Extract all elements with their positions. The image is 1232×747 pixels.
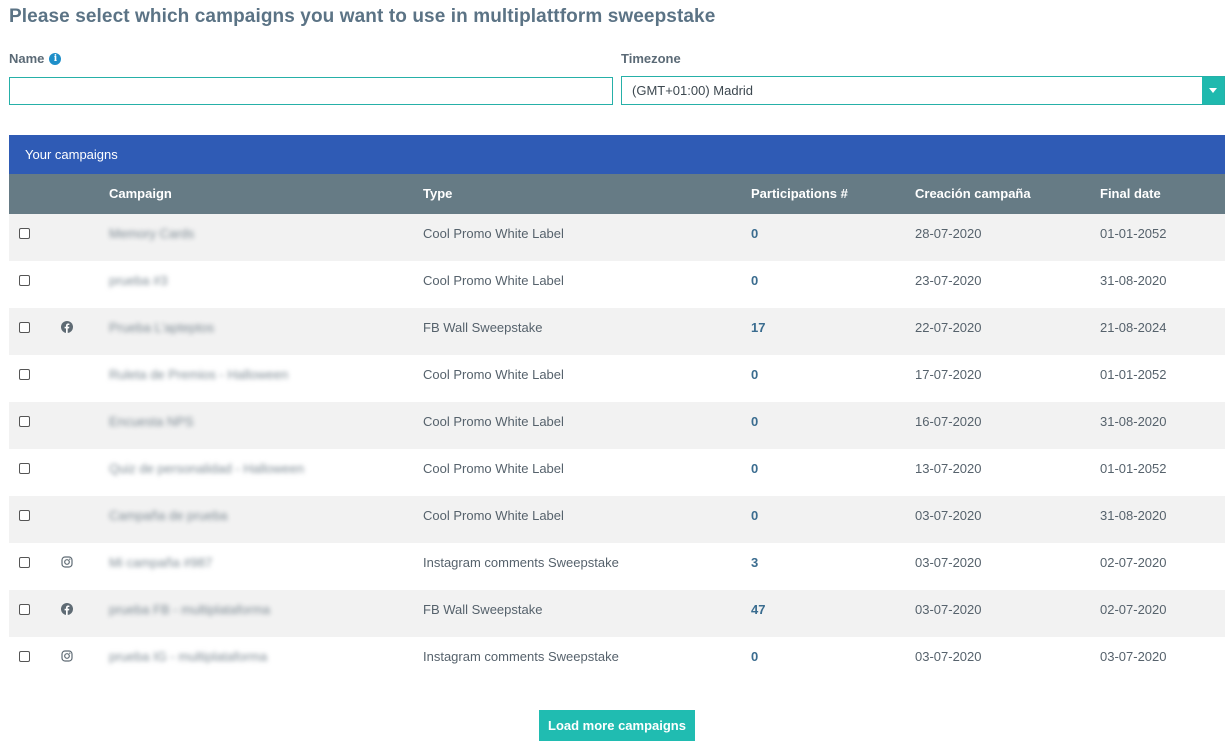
instagram-icon: [61, 650, 73, 662]
name-label-text: Name: [9, 51, 45, 66]
timezone-label-text: Timezone: [621, 51, 681, 66]
row-checkbox[interactable]: [19, 557, 30, 568]
row-checkbox[interactable]: [19, 416, 30, 427]
participations-cell: 0: [751, 226, 759, 241]
creation-date-cell: 28-07-2020: [915, 226, 982, 241]
final-date-cell: 01-01-2052: [1100, 367, 1167, 382]
timezone-selected-value: (GMT+01:00) Madrid: [632, 83, 754, 98]
name-field-label: Name i: [9, 51, 62, 66]
table-row[interactable]: prueba #3 Cool Promo White Label 0 23-07-20…: [9, 261, 1225, 308]
campaign-name-cell: Ruleta de Premios - Halloween: [109, 367, 289, 382]
participations-cell: 0: [751, 461, 759, 476]
facebook-icon: [61, 321, 73, 333]
final-date-cell: 01-01-2052: [1100, 226, 1167, 241]
table-row[interactable]: Prueba L'apteptos FB Wall Sweepstake 17 22-…: [9, 308, 1225, 355]
chevron-down-icon[interactable]: [1202, 77, 1224, 104]
campaign-name-cell: Quiz de personalidad - Halloween: [109, 461, 305, 476]
creation-date-cell: 22-07-2020: [915, 320, 982, 335]
campaign-name-cell: Mi campaña #987: [109, 555, 213, 570]
table-row[interactable]: Encuesta NPS Cool Promo White Label 0 16-07…: [9, 402, 1225, 449]
campaign-type-cell: Cool Promo White Label: [423, 461, 564, 476]
name-input[interactable]: [9, 77, 613, 105]
row-checkbox[interactable]: [19, 463, 30, 474]
column-header-participations: Participations #: [751, 186, 848, 201]
participations-cell: 47: [751, 602, 766, 617]
campaign-type-cell: Cool Promo White Label: [423, 226, 564, 241]
facebook-icon: [61, 603, 73, 615]
campaign-type-cell: FB Wall Sweepstake: [423, 602, 543, 617]
timezone-select[interactable]: (GMT+01:00) Madrid: [621, 76, 1225, 105]
row-checkbox[interactable]: [19, 322, 30, 333]
campaign-type-cell: Instagram comments Sweepstake: [423, 649, 619, 664]
creation-date-cell: 23-07-2020: [915, 273, 982, 288]
load-more-campaigns-button[interactable]: Load more campaigns: [539, 710, 695, 741]
creation-date-cell: 17-07-2020: [915, 367, 982, 382]
participations-cell: 0: [751, 649, 759, 664]
campaigns-table-header: Campaign Type Participations # Creación …: [9, 174, 1225, 214]
table-row[interactable]: prueba IG - multiplataforma Instagram com…: [9, 637, 1225, 684]
campaign-name-cell: prueba #3: [109, 273, 168, 288]
column-header-created: Creación campaña: [915, 186, 1031, 201]
column-header-campaign: Campaign: [109, 186, 172, 201]
participations-cell: 17: [751, 320, 766, 335]
table-row[interactable]: Mi campaña #987 Instagram comments Sweeps…: [9, 543, 1225, 590]
row-checkbox[interactable]: [19, 369, 30, 380]
participations-cell: 0: [751, 508, 759, 523]
table-row[interactable]: Campaña de prueba Cool Promo White Label 0…: [9, 496, 1225, 543]
final-date-cell: 31-08-2020: [1100, 414, 1167, 429]
creation-date-cell: 03-07-2020: [915, 555, 982, 570]
table-row[interactable]: prueba FB - multiplataforma FB Wall Sweep…: [9, 590, 1225, 637]
page-title: Please select which campaigns you want t…: [9, 6, 716, 27]
column-header-final-date: Final date: [1100, 186, 1161, 201]
campaign-name-cell: prueba IG - multiplataforma: [109, 649, 268, 664]
campaign-type-cell: Instagram comments Sweepstake: [423, 555, 619, 570]
row-checkbox[interactable]: [19, 510, 30, 521]
creation-date-cell: 13-07-2020: [915, 461, 982, 476]
column-header-type: Type: [423, 186, 453, 201]
creation-date-cell: 16-07-2020: [915, 414, 982, 429]
campaign-selection-page: Please select which campaigns you want t…: [0, 0, 1232, 747]
campaign-name-cell: Encuesta NPS: [109, 414, 194, 429]
final-date-cell: 02-07-2020: [1100, 555, 1167, 570]
creation-date-cell: 03-07-2020: [915, 649, 982, 664]
table-row[interactable]: Quiz de personalidad - Halloween Cool Pro…: [9, 449, 1225, 496]
creation-date-cell: 03-07-2020: [915, 508, 982, 523]
final-date-cell: 31-08-2020: [1100, 273, 1167, 288]
campaign-type-cell: Cool Promo White Label: [423, 273, 564, 288]
instagram-icon: [61, 556, 73, 568]
participations-cell: 3: [751, 555, 759, 570]
info-icon[interactable]: i: [49, 52, 62, 65]
campaign-name-cell: Memory Cards: [109, 226, 195, 241]
participations-cell: 0: [751, 273, 759, 288]
row-checkbox[interactable]: [19, 651, 30, 662]
campaigns-table-body: Memory Cards Cool Promo White Label 0 28-07…: [9, 214, 1225, 684]
table-row[interactable]: Memory Cards Cool Promo White Label 0 28-07…: [9, 214, 1225, 261]
campaigns-table-banner: Your campaigns: [9, 135, 1225, 174]
row-checkbox[interactable]: [19, 275, 30, 286]
campaign-name-cell: Campaña de prueba: [109, 508, 228, 523]
final-date-cell: 21-08-2024: [1100, 320, 1167, 335]
creation-date-cell: 03-07-2020: [915, 602, 982, 617]
final-date-cell: 01-01-2052: [1100, 461, 1167, 476]
campaign-name-cell: prueba FB - multiplataforma: [109, 602, 271, 617]
timezone-field-label: Timezone: [621, 51, 681, 66]
final-date-cell: 02-07-2020: [1100, 602, 1167, 617]
row-checkbox[interactable]: [19, 604, 30, 615]
campaign-name-cell: Prueba L'apteptos: [109, 320, 215, 335]
participations-cell: 0: [751, 367, 759, 382]
campaign-type-cell: Cool Promo White Label: [423, 367, 564, 382]
final-date-cell: 31-08-2020: [1100, 508, 1167, 523]
campaign-type-cell: Cool Promo White Label: [423, 414, 564, 429]
final-date-cell: 03-07-2020: [1100, 649, 1167, 664]
campaign-type-cell: FB Wall Sweepstake: [423, 320, 543, 335]
table-row[interactable]: Ruleta de Premios - Halloween Cool Promo …: [9, 355, 1225, 402]
participations-cell: 0: [751, 414, 759, 429]
row-checkbox[interactable]: [19, 228, 30, 239]
campaign-type-cell: Cool Promo White Label: [423, 508, 564, 523]
